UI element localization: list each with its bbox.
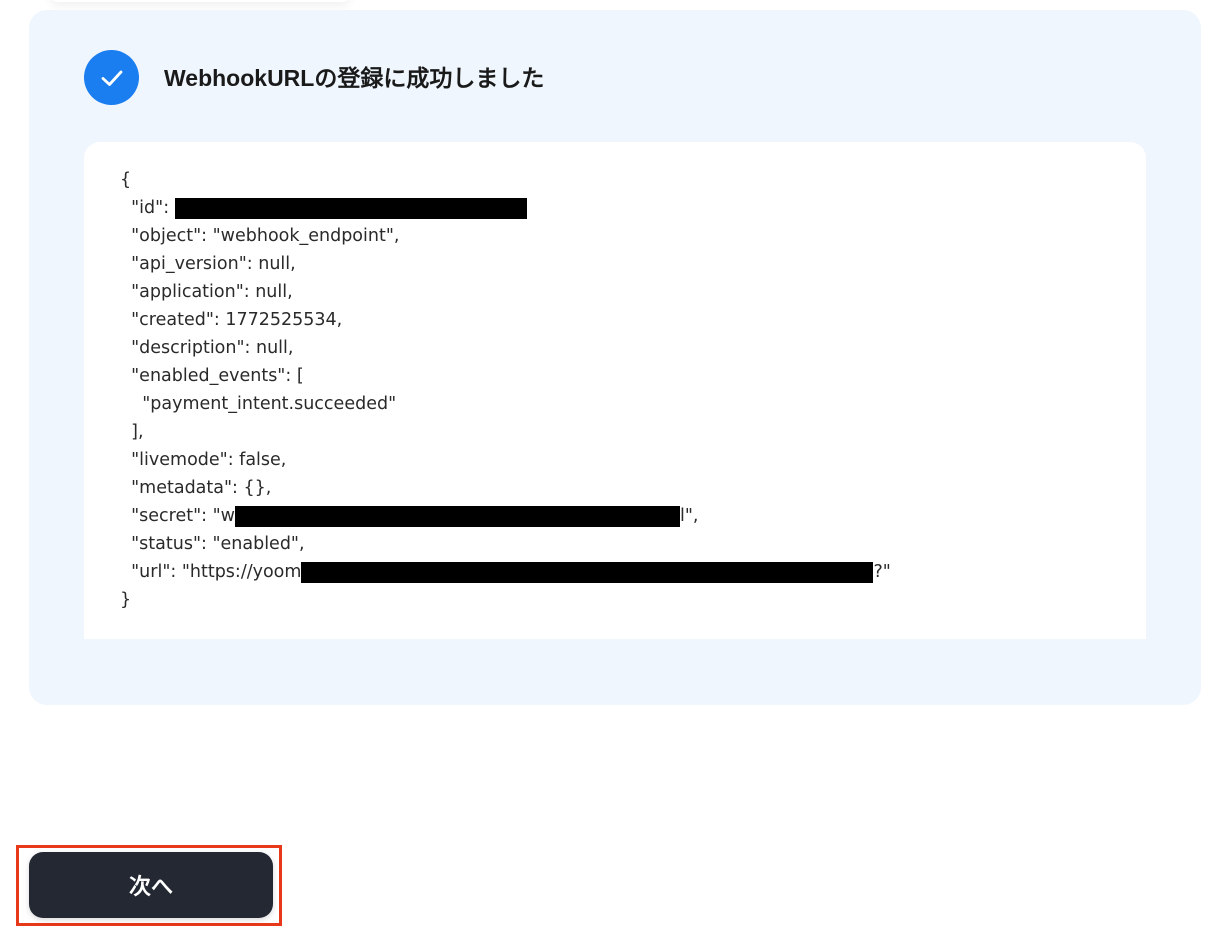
- json-key-id: "id":: [120, 198, 175, 218]
- json-line: "object": "webhook_endpoint",: [120, 226, 400, 246]
- json-line: "status": "enabled",: [120, 534, 305, 554]
- previous-card-edge: [50, 0, 350, 2]
- json-line: {: [120, 170, 132, 190]
- response-code-box: { "id": "object": "webhook_endpoint", "a…: [84, 142, 1146, 639]
- webhook-result-panel: WebhookURLの登録に成功しました { "id": "object": "…: [29, 10, 1201, 705]
- next-button[interactable]: 次へ: [29, 852, 273, 918]
- response-json: { "id": "object": "webhook_endpoint", "a…: [120, 166, 891, 614]
- json-line-url: "url": "https://yoom ?": [120, 558, 891, 586]
- json-key-secret: "secret": "w: [120, 506, 235, 526]
- check-icon: [101, 70, 122, 86]
- redacted-id: [174, 197, 527, 219]
- json-line-id: "id":: [120, 194, 891, 222]
- json-line: "api_version": null,: [120, 254, 296, 274]
- success-title: WebhookURLの登録に成功しました: [164, 65, 545, 91]
- json-line: }: [120, 590, 132, 610]
- json-line: "created": 1772525534,: [120, 310, 343, 330]
- json-line: "metadata": {},: [120, 478, 272, 498]
- json-key-url: "url": "https://yoom: [120, 562, 302, 582]
- json-url-suffix: ?": [873, 562, 891, 582]
- success-badge: [84, 50, 139, 105]
- json-line: "description": null,: [120, 338, 294, 358]
- json-line: "livemode": false,: [120, 450, 287, 470]
- redacted-url: [301, 561, 874, 583]
- redacted-secret: [235, 505, 680, 527]
- json-line: "application": null,: [120, 282, 293, 302]
- json-secret-suffix: l",: [680, 506, 699, 526]
- json-line: ],: [120, 422, 144, 442]
- json-line-secret: "secret": "w l",: [120, 502, 891, 530]
- json-line: "enabled_events": [: [120, 366, 304, 386]
- json-line: "payment_intent.succeeded": [120, 394, 397, 414]
